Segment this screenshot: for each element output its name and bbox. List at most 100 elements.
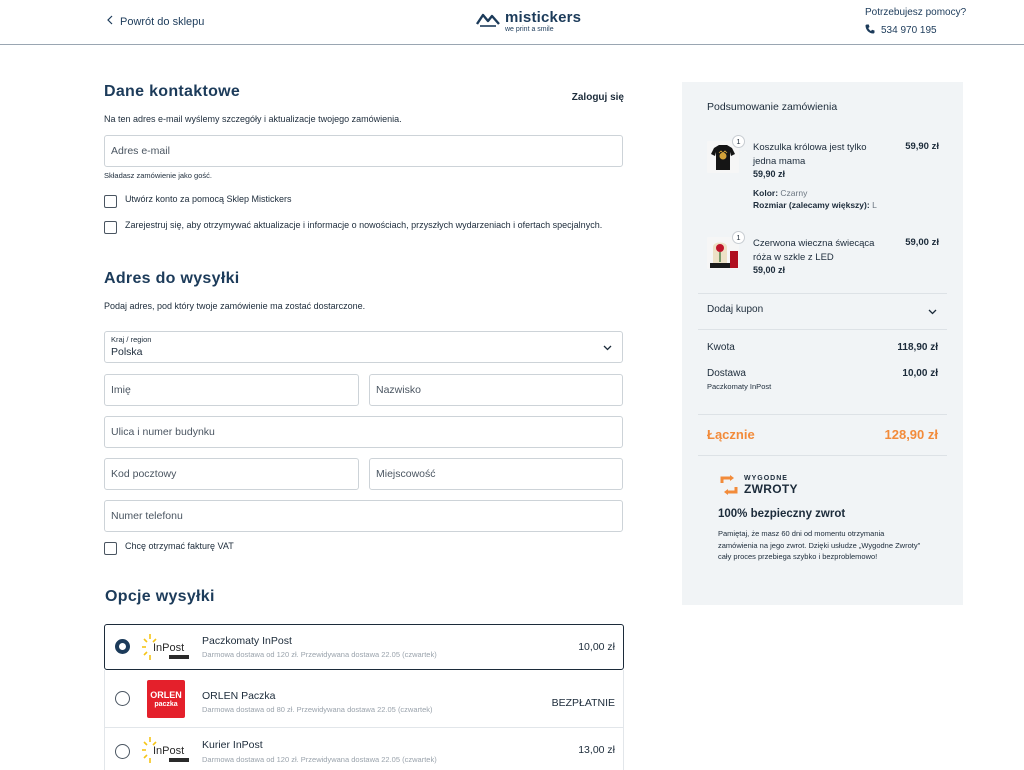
contact-section: Dane kontaktowe Zaloguj się xyxy=(104,83,624,103)
site-logo[interactable]: mistickers we print a smile xyxy=(476,10,581,33)
contact-title: Dane kontaktowe xyxy=(104,83,241,100)
header: Powrót do sklepu mistickers we print a s… xyxy=(0,0,1024,45)
shipping-option-desc: Darmowa dostawa od 80 zł. Przewidywana d… xyxy=(202,705,433,714)
inpost-logo-text: InPost xyxy=(153,745,184,757)
first-name-input[interactable] xyxy=(104,374,359,406)
email-input[interactable] xyxy=(104,135,623,167)
street-input[interactable] xyxy=(104,416,623,448)
shipping-option-price: 10,00 zł xyxy=(578,641,615,653)
returns-logo-top: WYGODNE xyxy=(744,475,788,482)
newsletter-label: Zarejestruj się, aby otrzymywać aktualiz… xyxy=(125,220,603,230)
country-value: Polska xyxy=(111,346,143,358)
total-label: Łącznie xyxy=(707,427,755,442)
shipping-options-list: InPost Paczkomaty InPost Darmowa dostawa… xyxy=(104,624,624,770)
postcode-input[interactable] xyxy=(104,458,359,490)
radio-unselected[interactable] xyxy=(115,691,130,706)
phone-icon xyxy=(865,24,875,37)
shipping-option-kurier-inpost[interactable]: InPost Kurier InPost Darmowa dostawa od … xyxy=(104,728,624,770)
item-name: Koszulka królowa jest tylko jedna mama xyxy=(753,142,867,167)
shipping-option-orlen-paczka[interactable]: ORLEN paczka ORLEN Paczka Darmowa dostaw… xyxy=(104,670,624,728)
summary-divider xyxy=(698,455,947,456)
create-account-label: Utwórz konto za pomocą Sklep Mistickers xyxy=(125,194,292,204)
inpost-logo-text: InPost xyxy=(153,642,184,654)
wygodne-zwroty-logo: WYGODNE ZWROTY xyxy=(718,474,798,496)
chevron-down-icon xyxy=(928,309,937,315)
country-select[interactable]: Kraj / region Polska xyxy=(104,331,623,363)
shipping-address-title: Adres do wysyłki xyxy=(104,270,240,287)
summary-item: 1 Czerwona wieczna świecąca róża w szkle… xyxy=(707,231,939,277)
back-link-label: Powrót do sklepu xyxy=(120,15,205,28)
item-unit-price: 59,00 zł xyxy=(753,265,786,275)
chevron-down-icon xyxy=(603,345,612,351)
inpost-logo-icon: InPost xyxy=(141,630,191,664)
subtotal-value: 118,90 zł xyxy=(897,342,938,353)
shipping-options-title: Opcje wysyłki xyxy=(105,588,215,605)
contact-description: Na ten adres e-mail wyślemy szczegóły i … xyxy=(104,114,402,124)
shipping-method-label: Paczkomaty InPost xyxy=(707,382,772,391)
phone-input[interactable] xyxy=(104,500,623,532)
item-attribute-color: Kolor: Czarny xyxy=(753,188,808,198)
create-account-checkbox[interactable] xyxy=(104,195,117,208)
returns-logo-bottom: ZWROTY xyxy=(744,482,798,496)
item-price: 59,90 zł xyxy=(905,141,939,152)
invoice-row: Chcę otrzymać fakturę VAT xyxy=(104,541,234,555)
help-box: Potrzebujesz pomocy? 534 970 195 xyxy=(865,7,966,37)
add-coupon-toggle[interactable]: Dodaj kupon xyxy=(707,304,939,315)
newsletter-checkbox[interactable] xyxy=(104,221,117,234)
shipping-cost-label: Dostawa xyxy=(707,368,746,379)
item-quantity-badge: 1 xyxy=(732,135,745,148)
item-attribute-size: Rozmiar (zalecamy większy): L xyxy=(753,200,877,210)
shipping-option-name: ORLEN Paczka xyxy=(202,690,276,702)
last-name-input[interactable] xyxy=(369,374,623,406)
create-account-row: Utwórz konto za pomocą Sklep Mistickers xyxy=(104,194,623,208)
summary-divider xyxy=(698,414,947,415)
returns-description: Pamiętaj, że masz 60 dni od momentu otrz… xyxy=(718,529,921,561)
back-to-shop-link[interactable]: Powrót do sklepu xyxy=(106,15,204,28)
total-value: 128,90 zł xyxy=(884,427,939,442)
help-phone-number: 534 970 195 xyxy=(881,25,937,36)
summary-title: Podsumowanie zamówienia xyxy=(707,101,838,113)
summary-item: 1 Koszulka królowa jest tylko jedna mama… xyxy=(707,135,939,211)
chevron-left-icon xyxy=(106,15,114,28)
shipping-option-name: Kurier InPost xyxy=(202,739,263,751)
shipping-address-description: Podaj adres, pod który twoje zamówienie … xyxy=(104,301,366,311)
item-price: 59,00 zł xyxy=(905,237,939,248)
login-link[interactable]: Zaloguj się xyxy=(572,92,624,103)
return-arrows-icon xyxy=(720,475,738,495)
orlen-paczka-logo-icon: ORLEN paczka xyxy=(147,680,185,718)
subtotal-label: Kwota xyxy=(707,342,735,353)
shipping-option-desc: Darmowa dostawa od 120 zł. Przewidywana … xyxy=(202,755,437,764)
inpost-logo-icon: InPost xyxy=(141,733,191,767)
shipping-cost-value: 10,00 zł xyxy=(902,368,938,379)
newsletter-row: Zarejestruj się, aby otrzymywać aktualiz… xyxy=(104,220,623,234)
name-row xyxy=(104,374,623,406)
returns-title: 100% bezpieczny zwrot xyxy=(718,508,846,520)
postcode-city-row xyxy=(104,458,623,490)
radio-unselected[interactable] xyxy=(115,744,130,759)
item-name: Czerwona wieczna świecąca róża w szkle z… xyxy=(753,238,875,263)
summary-divider xyxy=(698,293,947,294)
guest-hint: Składasz zamówienie jako gość. xyxy=(104,171,212,180)
city-input[interactable] xyxy=(369,458,623,490)
radio-selected[interactable] xyxy=(115,639,130,654)
mountain-logo-icon xyxy=(476,10,500,33)
help-title: Potrzebujesz pomocy? xyxy=(865,7,967,18)
item-unit-price: 59,90 zł xyxy=(753,169,786,179)
help-phone-link[interactable]: 534 970 195 xyxy=(865,24,966,37)
orlen-logo-top: ORLEN xyxy=(150,689,182,700)
country-label: Kraj / region xyxy=(111,335,152,344)
logo-name: mistickers xyxy=(505,9,582,26)
invoice-label: Chcę otrzymać fakturę VAT xyxy=(125,541,234,551)
invoice-checkbox[interactable] xyxy=(104,542,117,555)
shipping-option-paczkomaty-inpost[interactable]: InPost Paczkomaty InPost Darmowa dostawa… xyxy=(104,624,624,670)
coupon-label: Dodaj kupon xyxy=(707,304,764,315)
shipping-option-price: BEZPŁATNIE xyxy=(551,697,615,709)
orlen-logo-bottom: paczka xyxy=(154,700,178,708)
shipping-option-price: 13,00 zł xyxy=(578,744,615,756)
logo-tagline: we print a smile xyxy=(505,26,554,33)
order-summary: Podsumowanie zamówienia 1 Koszulka królo… xyxy=(682,82,963,605)
shipping-option-name: Paczkomaty InPost xyxy=(202,635,292,647)
shipping-option-desc: Darmowa dostawa od 120 zł. Przewidywana … xyxy=(202,650,437,659)
item-quantity-badge: 1 xyxy=(732,231,745,244)
summary-divider xyxy=(698,329,947,330)
